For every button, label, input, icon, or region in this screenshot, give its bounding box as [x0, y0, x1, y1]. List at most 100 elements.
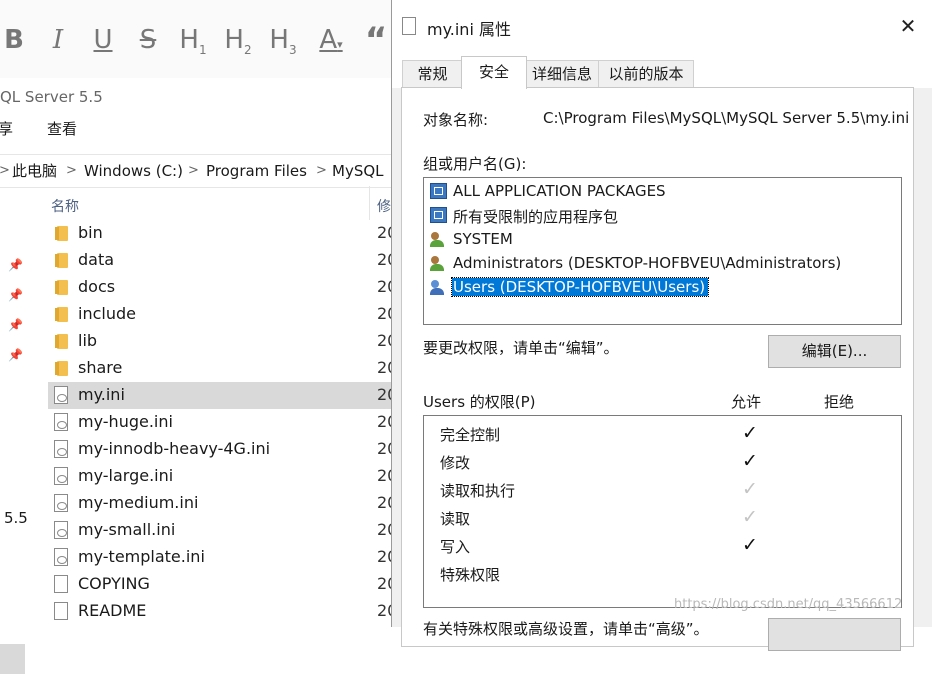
check-icon: ✓	[742, 450, 758, 472]
dialog-titlebar[interactable]: my.ini 属性 ✕	[392, 0, 932, 56]
user-label: Administrators (DESKTOP-HOFBVEU\Administ…	[453, 254, 842, 272]
italic-button[interactable]: I	[38, 20, 78, 60]
ribbon-tab-view[interactable]: 查看	[47, 118, 77, 139]
chevron-right-icon: >	[0, 163, 10, 178]
underline-button[interactable]: U	[83, 20, 123, 60]
pin-icon[interactable]: 📌	[8, 288, 23, 302]
settings-file-icon	[54, 440, 68, 458]
pin-icon[interactable]: 📌	[8, 258, 23, 272]
file-row[interactable]: COPYING 20	[48, 571, 397, 598]
file-icon	[54, 602, 68, 620]
permission-name: 读取和执行	[440, 482, 516, 500]
settings-file-icon	[54, 386, 68, 404]
font-color-button[interactable]: A▾	[311, 20, 351, 60]
close-icon[interactable]: ✕	[896, 12, 920, 40]
file-row[interactable]: my-template.ini 20	[48, 544, 397, 571]
permissions-list[interactable]: 完全控制 ✓ 修改 ✓ 读取和执行 ✓ 读取 ✓ 写入 ✓ 特殊权限	[423, 415, 902, 608]
ribbon-tab-share[interactable]: 享	[0, 118, 13, 139]
file-row[interactable]: my-huge.ini 20	[48, 409, 397, 436]
tab-general[interactable]: 常规	[402, 60, 463, 87]
file-icon	[402, 17, 416, 35]
file-row-selected[interactable]: my.ini 20	[48, 382, 397, 409]
object-name-label: 对象名称:	[423, 111, 489, 129]
explorer-title: QL Server 5.5	[0, 88, 103, 106]
user-label: 所有受限制的应用程序包	[453, 208, 619, 226]
folder-icon	[55, 307, 68, 322]
permission-name: 修改	[440, 454, 471, 472]
heading1-button[interactable]: H1	[173, 20, 213, 60]
column-modified-header[interactable]: 修	[377, 196, 391, 216]
heading2-button[interactable]: H2	[218, 20, 258, 60]
file-name: COPYING	[78, 574, 150, 593]
file-row[interactable]: README 20	[48, 598, 397, 625]
file-row[interactable]: include 20	[48, 301, 397, 328]
file-name: my-template.ini	[78, 547, 205, 566]
folder-icon	[55, 253, 68, 268]
breadcrumb-this-pc[interactable]: 此电脑	[12, 155, 57, 187]
pin-icon[interactable]: 📌	[8, 318, 23, 332]
file-name: my-large.ini	[78, 466, 174, 485]
address-bar[interactable]: > 此电脑 > Windows (C:) > Program Files > M…	[0, 154, 391, 188]
settings-file-icon	[54, 521, 68, 539]
settings-file-icon	[54, 467, 68, 485]
column-name-header[interactable]: 名称	[51, 196, 79, 216]
heading1-label: H	[179, 25, 199, 55]
file-row[interactable]: my-small.ini 20	[48, 517, 397, 544]
check-icon: ✓	[742, 534, 758, 556]
edit-button[interactable]: 编辑(E)...	[768, 335, 901, 368]
groups-label: 组或用户名(G):	[423, 155, 527, 173]
heading3-button[interactable]: H3	[263, 20, 303, 60]
permission-row: 特殊权限	[424, 560, 901, 588]
permission-name: 读取	[440, 510, 471, 528]
strikethrough-button[interactable]: S	[128, 20, 168, 60]
file-row[interactable]: my-large.ini 20	[48, 463, 397, 490]
object-name-value: C:\Program Files\MySQL\MySQL Server 5.5\…	[543, 109, 910, 127]
heading3-label: H	[269, 25, 289, 55]
tab-security[interactable]: 安全	[461, 56, 527, 89]
tab-details[interactable]: 详细信息	[525, 60, 599, 87]
deny-header: 拒绝	[824, 393, 855, 411]
list-item[interactable]: ALL APPLICATION PACKAGES	[428, 180, 902, 203]
file-row[interactable]: bin 20	[48, 220, 397, 247]
column-divider[interactable]	[369, 186, 370, 220]
chevron-right-icon: >	[66, 163, 77, 178]
file-row[interactable]: my-medium.ini 20	[48, 490, 397, 517]
file-name: my-huge.ini	[78, 412, 173, 431]
permission-row: 读取 ✓	[424, 504, 901, 532]
permission-row: 写入 ✓	[424, 532, 901, 560]
pin-icon[interactable]: 📌	[8, 348, 23, 362]
nav-item-version[interactable]: 5.5	[4, 509, 28, 527]
package-icon	[430, 183, 447, 199]
nav-item-selected[interactable]	[0, 644, 25, 674]
breadcrumb-program-files[interactable]: Program Files	[206, 155, 307, 187]
bold-button[interactable]: B	[0, 20, 34, 60]
file-name: lib	[78, 331, 98, 350]
advanced-hint: 有关特殊权限或高级设置，请单击“高级”。	[423, 620, 709, 638]
list-item[interactable]: Administrators (DESKTOP-HOFBVEU\Administ…	[428, 252, 902, 275]
package-icon	[430, 207, 447, 223]
user-label: Users (DESKTOP-HOFBVEU\Users)	[450, 277, 710, 297]
file-row[interactable]: data 20	[48, 247, 397, 274]
allow-header: 允许	[731, 393, 762, 411]
dialog-title: my.ini 属性	[427, 20, 511, 39]
folder-icon	[55, 280, 68, 295]
breadcrumb-drive-c[interactable]: Windows (C:)	[84, 155, 183, 187]
permissions-label: Users 的权限(P)	[423, 393, 536, 411]
list-item[interactable]: 所有受限制的应用程序包	[428, 204, 902, 227]
user-label: SYSTEM	[453, 230, 513, 248]
file-row[interactable]: lib 20	[48, 328, 397, 355]
ribbon: 享 查看	[0, 114, 391, 142]
breadcrumb-mysql[interactable]: MySQL	[332, 155, 384, 187]
caret-down-icon: ▾	[337, 38, 343, 51]
list-item[interactable]: SYSTEM	[428, 228, 902, 251]
tab-strip: 常规 安全 详细信息 以前的版本	[392, 56, 932, 89]
advanced-button[interactable]	[768, 618, 901, 651]
file-row[interactable]: my-innodb-heavy-4G.ini 20	[48, 436, 397, 463]
file-row[interactable]: docs 20	[48, 274, 397, 301]
quote-button[interactable]: “	[356, 20, 396, 60]
file-row[interactable]: share 20	[48, 355, 397, 382]
tab-previous-versions[interactable]: 以前的版本	[598, 60, 694, 87]
heading2-sub: 2	[243, 43, 252, 58]
list-item-selected[interactable]: Users (DESKTOP-HOFBVEU\Users)	[428, 276, 902, 299]
users-listbox[interactable]: ALL APPLICATION PACKAGES 所有受限制的应用程序包 SYS…	[423, 177, 902, 325]
